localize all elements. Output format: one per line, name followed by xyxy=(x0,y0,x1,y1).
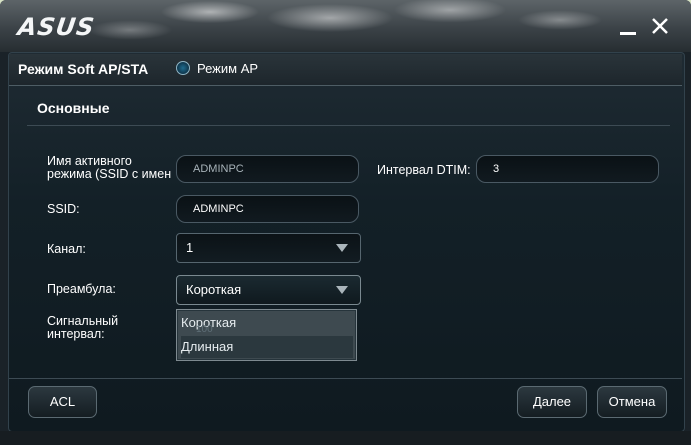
active-ssid-field[interactable]: ADMINPC xyxy=(176,155,359,183)
ssid-label: SSID: xyxy=(47,202,80,216)
asus-utility-window: ASUS Режим Soft AP/STA Режим AP Основные… xyxy=(0,0,691,445)
dropdown-option-long[interactable]: Длинная xyxy=(181,336,353,358)
beacon-label-line2: интервал: xyxy=(47,327,105,341)
channel-select[interactable]: 1 xyxy=(176,233,361,263)
title-bar[interactable] xyxy=(0,0,691,52)
acl-button[interactable]: ACL xyxy=(28,386,97,418)
cancel-button[interactable]: Отмена xyxy=(597,386,667,418)
active-ssid-label-line2: режима (SSID с имен xyxy=(47,167,172,181)
footer-divider xyxy=(9,378,682,379)
channel-value: 1 xyxy=(186,240,194,255)
close-icon xyxy=(652,18,668,34)
ssid-field[interactable]: ADMINPC xyxy=(176,195,359,223)
dtim-label: Интервал DTIM: xyxy=(377,163,471,177)
mode-title: Режим Soft AP/STA xyxy=(18,61,149,77)
dtim-field[interactable]: 3 xyxy=(476,155,659,183)
section-title: Основные xyxy=(37,100,110,116)
chevron-down-icon xyxy=(336,286,348,294)
preamble-label: Преамбула: xyxy=(47,282,116,296)
bottom-strip xyxy=(0,431,691,445)
preamble-value: Короткая xyxy=(186,282,242,297)
ap-mode-label[interactable]: Режим AP xyxy=(197,61,258,76)
close-button[interactable] xyxy=(648,14,672,38)
minimize-button[interactable] xyxy=(616,14,640,38)
preamble-dropdown-list: Короткая Длинная xyxy=(176,309,357,361)
channel-label: Канал: xyxy=(47,242,86,256)
next-button[interactable]: Далее xyxy=(517,386,587,418)
ap-mode-radio[interactable] xyxy=(176,61,190,75)
preamble-select[interactable]: Короткая xyxy=(176,275,361,305)
chevron-down-icon xyxy=(336,244,348,252)
asus-logo: ASUS xyxy=(16,13,97,41)
section-divider xyxy=(27,125,670,126)
beacon-partial-value: 100 xyxy=(196,324,213,335)
